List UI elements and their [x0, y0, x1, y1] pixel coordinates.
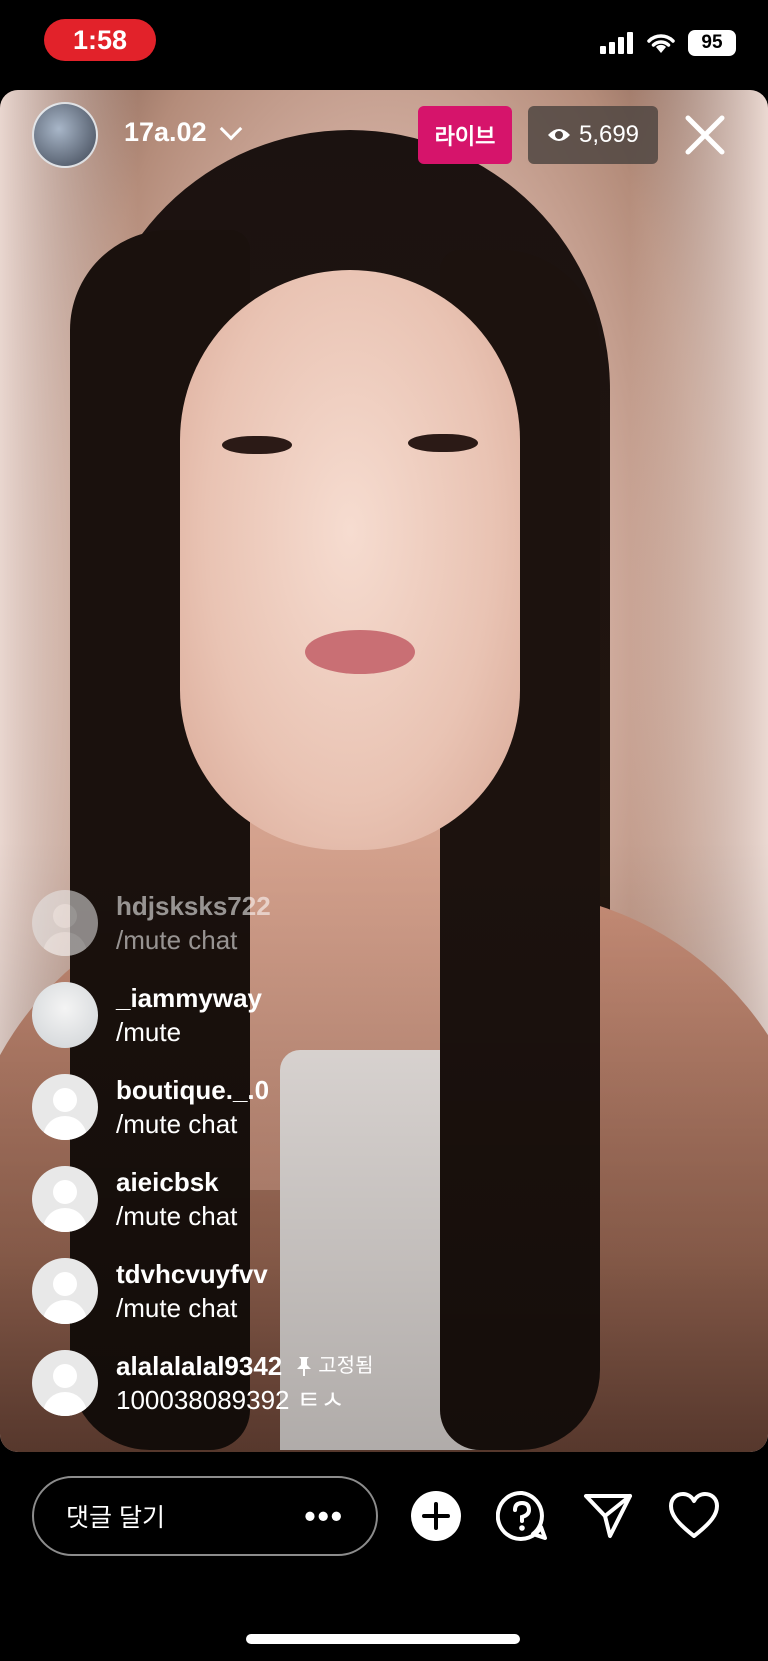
- signal-icon: [600, 32, 633, 54]
- close-icon[interactable]: [680, 110, 730, 160]
- comment-avatar[interactable]: [32, 982, 98, 1048]
- host-avatar[interactable]: [32, 102, 98, 168]
- status-icons: 95: [600, 30, 736, 56]
- pinned-comment-item: alalalalal9342 고정됨 100038089392 ㅌㅅ: [32, 1350, 552, 1442]
- comment-placeholder: 댓글 달기: [66, 1504, 165, 1532]
- comment-avatar[interactable]: [32, 1166, 98, 1232]
- add-icon[interactable]: [410, 1490, 462, 1542]
- comment-avatar[interactable]: [32, 1350, 98, 1416]
- comment-item: aieicbsk /mute chat: [32, 1166, 552, 1258]
- pinned-label: 고정됨: [296, 1350, 373, 1382]
- comment-username[interactable]: alalalalal9342: [116, 1350, 282, 1382]
- comment-message: /mute chat: [116, 1109, 238, 1139]
- viewer-count: 5,699: [578, 121, 640, 148]
- comment-item: _iammyway /mute: [32, 982, 552, 1074]
- eye-icon: [547, 129, 570, 141]
- live-badge: 라이브: [418, 106, 512, 164]
- chevron-down-icon: [219, 117, 242, 140]
- host-username-button[interactable]: 17a.02: [124, 117, 242, 148]
- comment-message: /mute chat: [116, 1201, 238, 1231]
- pin-icon: [297, 1357, 312, 1376]
- comment-avatar[interactable]: [32, 890, 98, 956]
- comment-message: /mute: [116, 1017, 182, 1047]
- comment-message: /mute chat: [116, 925, 238, 955]
- comment-avatar[interactable]: [32, 1074, 98, 1140]
- wifi-icon: [647, 34, 675, 53]
- comment-message: 100038089392 ㅌㅅ: [116, 1385, 345, 1415]
- comment-list[interactable]: hdjsksks722 /mute chat _iammyway /mute b…: [32, 890, 552, 1442]
- comment-username[interactable]: tdvhcvuyfvv: [116, 1258, 268, 1290]
- heart-icon[interactable]: [668, 1490, 720, 1542]
- send-icon[interactable]: [582, 1490, 634, 1542]
- comment-username[interactable]: boutique._.0: [116, 1074, 269, 1106]
- viewer-count-badge[interactable]: 5,699: [528, 106, 658, 164]
- comment-input[interactable]: 댓글 달기 •••: [32, 1476, 378, 1556]
- comment-item: boutique._.0 /mute chat: [32, 1074, 552, 1166]
- comment-username[interactable]: hdjsksks722: [116, 890, 271, 922]
- status-time: 1:58: [44, 19, 156, 61]
- comment-item: tdvhcvuyfvv /mute chat: [32, 1258, 552, 1350]
- comment-username[interactable]: _iammyway: [116, 982, 262, 1014]
- more-options-button[interactable]: •••: [304, 1498, 344, 1535]
- comment-username[interactable]: aieicbsk: [116, 1166, 219, 1198]
- question-icon[interactable]: [496, 1490, 548, 1542]
- host-username: 17a.02: [124, 117, 207, 147]
- status-bar: 1:58 95: [0, 0, 768, 90]
- comment-message: /mute chat: [116, 1293, 238, 1323]
- comment-avatar[interactable]: [32, 1258, 98, 1324]
- comment-item: hdjsksks722 /mute chat: [32, 890, 552, 982]
- home-indicator[interactable]: [246, 1634, 520, 1644]
- battery-indicator: 95: [688, 30, 736, 56]
